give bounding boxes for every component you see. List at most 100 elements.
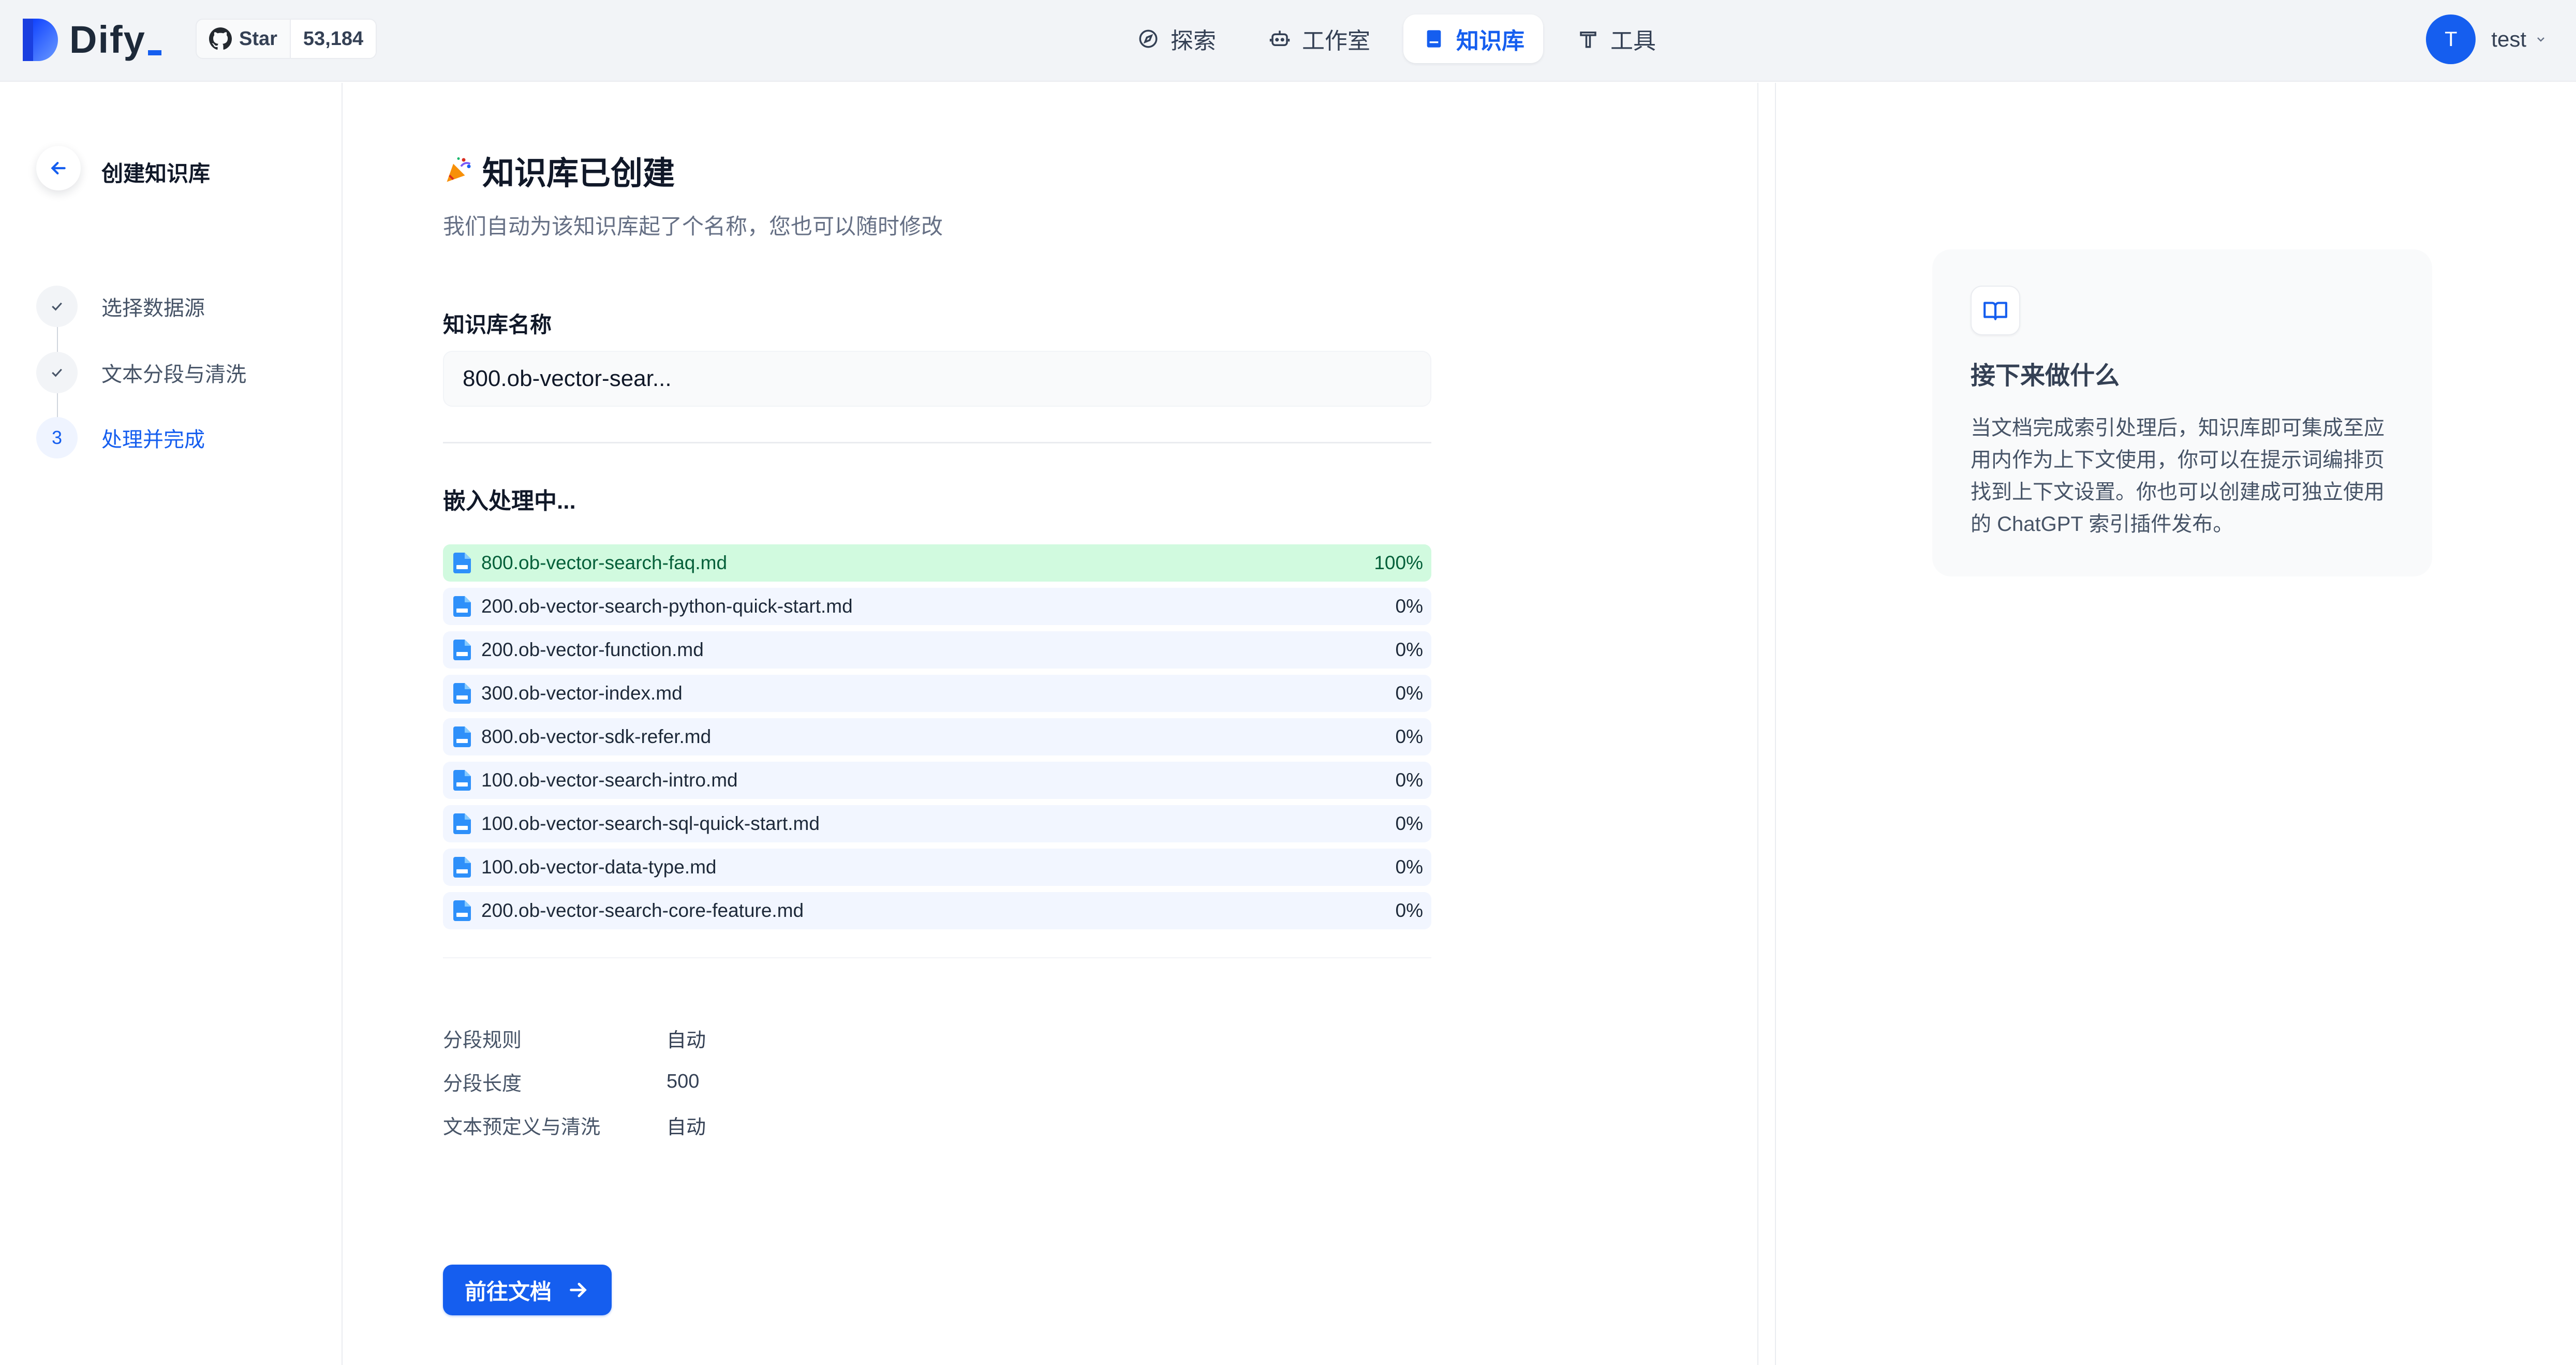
embedding-status-title: 嵌入处理中... [443, 488, 576, 514]
book-icon [1422, 27, 1446, 51]
file-name: 100.ob-vector-data-type.md [481, 856, 717, 878]
rule-key: 分段长度 [443, 1073, 522, 1095]
compass-icon [1136, 27, 1160, 51]
page-title: 知识库已创建 [443, 147, 675, 194]
file-name: 200.ob-vector-function.md [481, 639, 704, 660]
file-progress: 0% [1395, 682, 1423, 704]
brand-name: Dify [69, 18, 161, 62]
segment-rules: 分段规则 自动 分段长度 500 文本预定义与清洗 自动 [443, 1016, 706, 1147]
nav-tools[interactable]: 工具 [1558, 14, 1675, 63]
markdown-file-icon [453, 813, 471, 834]
knowledge-name-label: 知识库名称 [443, 313, 552, 337]
file-progress: 0% [1395, 813, 1423, 834]
file-progress-row: 200.ob-vector-search-core-feature.md 0% [443, 892, 1431, 929]
create-knowledge-title: 创建知识库 [101, 161, 211, 186]
nav-studio-label: 工作室 [1302, 28, 1370, 54]
file-progress: 100% [1374, 552, 1423, 573]
step-label: 选择数据源 [101, 297, 205, 320]
step-process-finish: 3 处理并完成 [36, 417, 205, 458]
next-steps-text: 当文档完成索引处理后，知识库即可集成至应用内作为上下文使用，你可以在提示词编排页… [1971, 417, 2385, 536]
markdown-file-icon [453, 640, 471, 660]
check-icon [36, 286, 78, 327]
markdown-file-icon [453, 857, 471, 878]
file-name: 200.ob-vector-search-core-feature.md [481, 900, 804, 921]
avatar[interactable]: T [2426, 14, 2476, 64]
back-button[interactable] [36, 146, 81, 190]
nav-knowledge-label: 知识库 [1456, 28, 1524, 54]
top-header: Dify Star 53,184 探索 工作室 知识库 工具 T test [0, 0, 2576, 82]
file-name: 800.ob-vector-sdk-refer.md [481, 726, 712, 747]
github-star-label: Star [239, 27, 277, 50]
main-nav: 探索 工作室 知识库 工具 [1118, 14, 1675, 63]
markdown-file-icon [453, 683, 471, 704]
file-progress-row: 100.ob-vector-data-type.md 0% [443, 849, 1431, 886]
robot-icon [1268, 27, 1292, 51]
step-number: 3 [36, 417, 78, 458]
arrow-left-icon [51, 161, 66, 175]
file-progress: 0% [1395, 596, 1423, 617]
party-popper-icon [447, 157, 471, 182]
file-name: 300.ob-vector-index.md [481, 682, 683, 704]
knowledge-name-input[interactable] [443, 351, 1431, 407]
file-progress: 0% [1395, 900, 1423, 921]
markdown-file-icon [453, 770, 471, 791]
file-progress-row: 100.ob-vector-search-intro.md 0% [443, 762, 1431, 799]
file-progress: 0% [1395, 726, 1423, 747]
file-name: 800.ob-vector-search-faq.md [481, 552, 728, 573]
file-name: 100.ob-vector-search-sql-quick-start.md [481, 813, 820, 834]
rule-value: 自动 [667, 1116, 706, 1138]
file-progress: 0% [1395, 769, 1423, 791]
open-book-icon [1971, 286, 2020, 335]
step-select-source: 选择数据源 [36, 286, 205, 327]
file-name: 100.ob-vector-search-intro.md [481, 769, 738, 791]
github-star-count: 53,184 [289, 20, 376, 58]
next-steps-title: 接下来做什么 [1971, 362, 2120, 390]
nav-knowledge[interactable]: 知识库 [1403, 14, 1543, 63]
steps-sidebar: 创建知识库 选择数据源 文本分段与清洗 3 处理并完成 [0, 83, 343, 1365]
nav-studio[interactable]: 工作室 [1249, 14, 1389, 63]
nav-explore[interactable]: 探索 [1118, 14, 1235, 63]
page-subtitle: 我们自动为该知识库起了个名称，您也可以随时修改 [443, 214, 943, 239]
github-icon [209, 27, 232, 50]
file-name: 200.ob-vector-search-python-quick-start.… [481, 596, 853, 617]
rule-row: 分段规则 自动 [443, 1016, 706, 1060]
chevron-down-icon [2537, 37, 2544, 42]
divider [443, 957, 1431, 958]
file-progress: 0% [1395, 639, 1423, 660]
dify-logo-icon [23, 18, 58, 61]
step-label: 处理并完成 [101, 428, 205, 451]
go-to-documents-label: 前往文档 [465, 1279, 552, 1304]
dify-logo[interactable]: Dify [23, 18, 161, 62]
markdown-file-icon [453, 900, 471, 921]
rule-row: 分段长度 500 [443, 1060, 706, 1103]
file-progress-row: 100.ob-vector-search-sql-quick-start.md … [443, 805, 1431, 842]
file-progress-row: 200.ob-vector-search-python-quick-start.… [443, 588, 1431, 625]
step-text-segment: 文本分段与清洗 [36, 352, 246, 393]
file-progress-row: 800.ob-vector-search-faq.md 100% [443, 544, 1431, 582]
embedding-file-list: 800.ob-vector-search-faq.md 100% 200.ob-… [443, 544, 1431, 936]
arrow-right-icon [566, 1278, 590, 1302]
rule-key: 分段规则 [443, 1029, 522, 1051]
next-steps-panel: 接下来做什么 当文档完成索引处理后，知识库即可集成至应用内作为上下文使用，你可以… [1775, 83, 2576, 1365]
rule-value: 自动 [667, 1029, 706, 1051]
rule-row: 文本预定义与清洗 自动 [443, 1103, 706, 1147]
file-progress: 0% [1395, 856, 1423, 878]
file-progress-row: 200.ob-vector-function.md 0% [443, 631, 1431, 669]
nav-tools-label: 工具 [1610, 28, 1656, 54]
title-text: 知识库已创建 [482, 156, 675, 191]
hammer-icon [1576, 27, 1600, 51]
user-name: test [2491, 27, 2526, 51]
check-icon [36, 352, 78, 393]
markdown-file-icon [453, 553, 471, 573]
nav-explore-label: 探索 [1171, 28, 1216, 54]
github-star-button[interactable]: Star 53,184 [196, 19, 377, 59]
go-to-documents-button[interactable]: 前往文档 [443, 1265, 612, 1315]
rule-key: 文本预定义与清洗 [443, 1116, 601, 1138]
next-steps-card: 接下来做什么 当文档完成索引处理后，知识库即可集成至应用内作为上下文使用，你可以… [1932, 249, 2432, 576]
step-label: 文本分段与清洗 [101, 363, 246, 386]
markdown-file-icon [453, 726, 471, 747]
markdown-file-icon [453, 596, 471, 617]
user-menu[interactable]: T test [2426, 14, 2547, 64]
divider [443, 442, 1431, 443]
main-panel: 知识库已创建 我们自动为该知识库起了个名称，您也可以随时修改 知识库名称 嵌入处… [344, 83, 1758, 1365]
